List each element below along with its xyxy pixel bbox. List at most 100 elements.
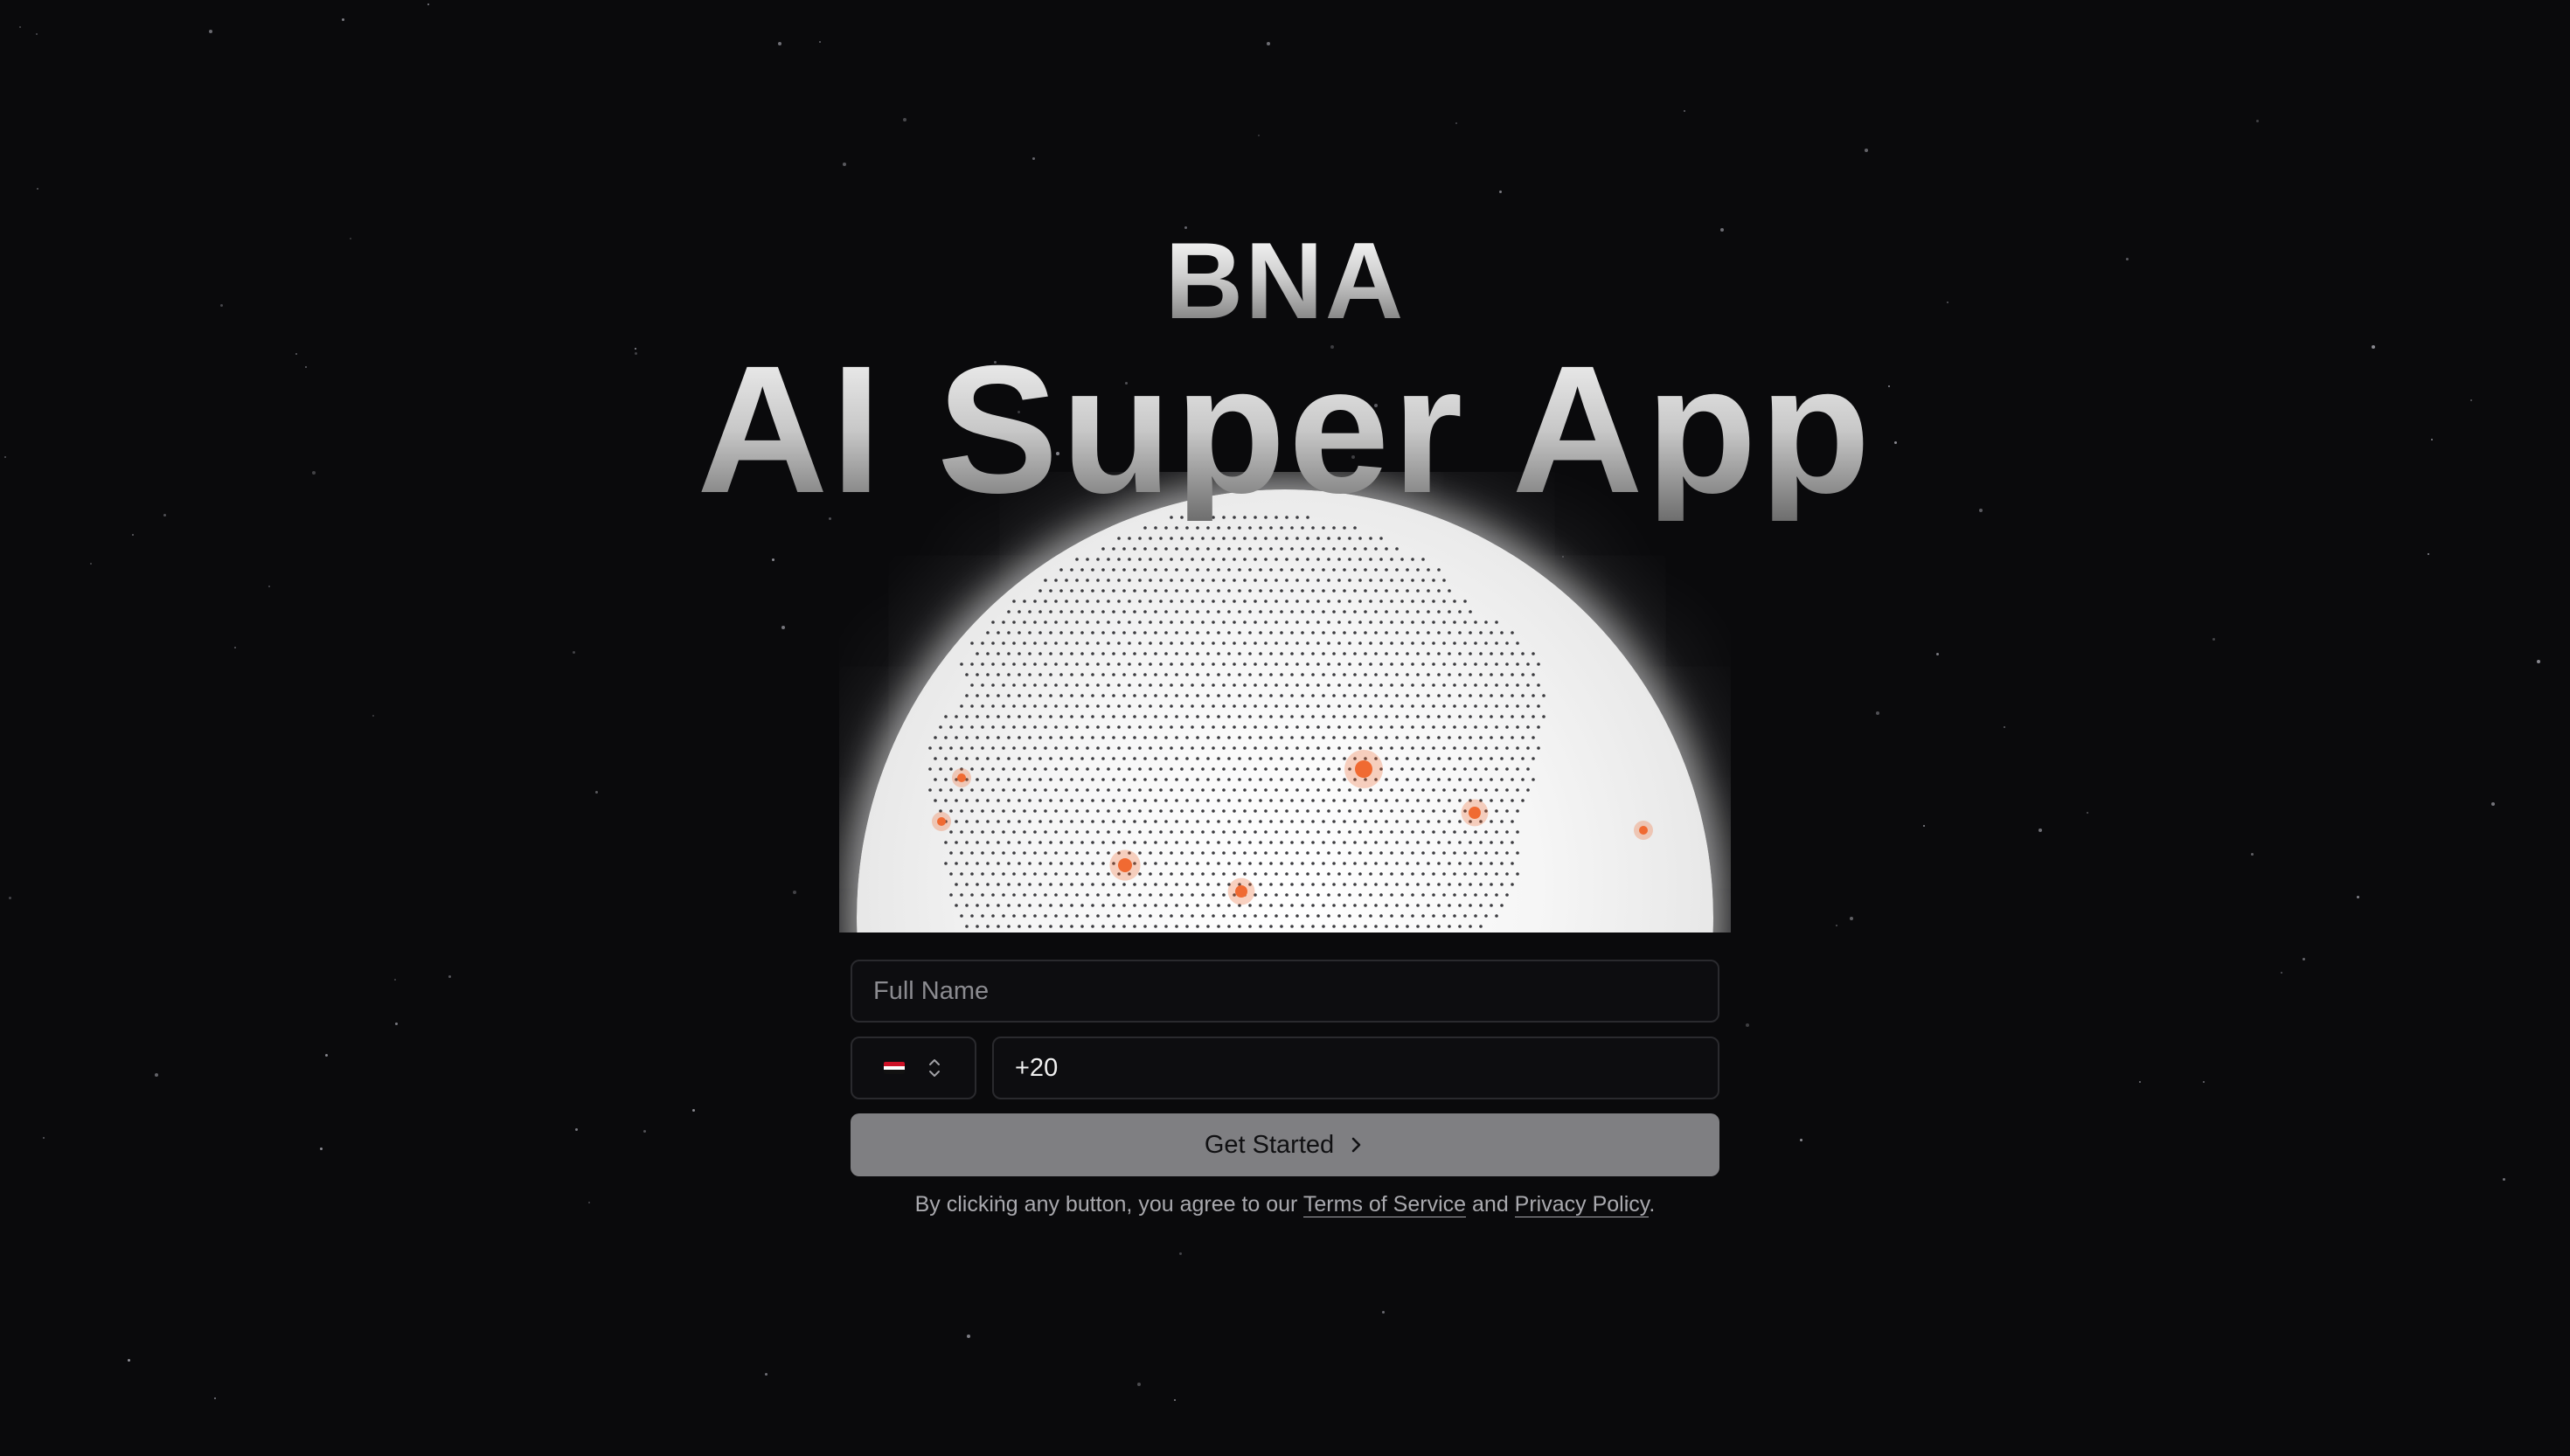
map-dot xyxy=(1327,830,1330,834)
map-dot xyxy=(1395,820,1399,823)
map-dot xyxy=(1170,767,1173,771)
map-dot xyxy=(1400,662,1404,666)
map-dot xyxy=(1295,872,1299,876)
map-dot xyxy=(1175,841,1178,844)
map-dot xyxy=(1290,883,1294,886)
map-dot xyxy=(1306,788,1309,792)
map-dot xyxy=(976,757,979,760)
map-dot xyxy=(1385,589,1388,593)
map-dot xyxy=(1107,746,1110,750)
country-code-select[interactable] xyxy=(851,1037,976,1099)
map-dot xyxy=(1463,662,1467,666)
map-dot xyxy=(1516,641,1519,645)
map-dot xyxy=(1107,621,1110,624)
map-dot xyxy=(1537,725,1540,729)
map-dot xyxy=(1474,641,1477,645)
map-dot xyxy=(1500,757,1504,760)
full-name-input[interactable] xyxy=(852,961,1718,1021)
map-dot xyxy=(1033,725,1037,729)
map-dot xyxy=(1128,893,1131,897)
map-dot xyxy=(1143,841,1147,844)
map-dot xyxy=(1038,778,1042,781)
map-dot xyxy=(1122,715,1126,718)
map-dot xyxy=(1044,830,1047,834)
map-dot xyxy=(1395,736,1399,739)
map-dot xyxy=(1180,704,1184,708)
map-dot xyxy=(1217,841,1220,844)
map-dot xyxy=(1358,788,1362,792)
map-dot xyxy=(1416,841,1420,844)
map-dot xyxy=(1374,673,1378,676)
map-dot xyxy=(1138,914,1142,918)
map-dot xyxy=(1374,883,1378,886)
map-dot xyxy=(1101,736,1105,739)
map-dot xyxy=(1295,893,1299,897)
map-dot xyxy=(1337,621,1341,624)
map-dot xyxy=(1054,704,1058,708)
map-dot xyxy=(1143,568,1147,572)
map-dot xyxy=(1222,558,1226,561)
map-dot xyxy=(1159,600,1163,603)
map-dot xyxy=(1358,725,1362,729)
map-dot xyxy=(1448,673,1451,676)
map-dot xyxy=(1143,757,1147,760)
map-dot xyxy=(1427,568,1430,572)
map-dot xyxy=(1112,610,1115,614)
map-dot xyxy=(1143,736,1147,739)
map-dot xyxy=(1348,600,1351,603)
map-dot xyxy=(1138,851,1142,855)
map-dot xyxy=(1343,841,1346,844)
phone-number-input[interactable] xyxy=(994,1038,1718,1098)
map-dot xyxy=(1385,631,1388,634)
map-dot xyxy=(1044,914,1047,918)
map-dot xyxy=(1311,925,1315,928)
map-dot xyxy=(991,851,995,855)
map-dot xyxy=(976,652,979,655)
map-dot xyxy=(1175,778,1178,781)
map-dot xyxy=(1180,893,1184,897)
map-dot xyxy=(1511,778,1514,781)
map-dot xyxy=(1154,568,1157,572)
map-dot xyxy=(1348,683,1351,687)
map-dot xyxy=(1059,736,1063,739)
map-dot xyxy=(1238,799,1241,802)
map-dot xyxy=(1101,610,1105,614)
map-dot xyxy=(1379,621,1383,624)
privacy-policy-link[interactable]: Privacy Policy xyxy=(1514,1192,1650,1217)
map-dot xyxy=(1159,683,1163,687)
terms-of-service-link[interactable]: Terms of Service xyxy=(1302,1192,1467,1217)
map-dot xyxy=(1191,725,1194,729)
get-started-button[interactable]: Get Started xyxy=(851,1113,1719,1176)
map-dot xyxy=(1432,662,1435,666)
map-dot xyxy=(1411,621,1414,624)
map-dot xyxy=(986,778,990,781)
map-dot xyxy=(1290,820,1294,823)
map-dot xyxy=(1212,767,1215,771)
map-dot xyxy=(1128,537,1131,540)
map-dot xyxy=(1275,641,1278,645)
map-dot xyxy=(1049,862,1052,865)
map-dot xyxy=(1175,652,1178,655)
map-dot xyxy=(1023,809,1026,813)
map-dot xyxy=(1217,547,1220,551)
map-dot xyxy=(1327,767,1330,771)
map-dot xyxy=(1012,809,1016,813)
map-dot xyxy=(1180,683,1184,687)
map-dot xyxy=(1463,872,1467,876)
map-dot xyxy=(1301,568,1304,572)
full-name-field[interactable] xyxy=(851,960,1719,1023)
map-dot xyxy=(1122,925,1126,928)
map-dot xyxy=(1091,673,1094,676)
map-dot xyxy=(1075,914,1079,918)
map-dot xyxy=(1542,694,1545,697)
phone-number-field[interactable] xyxy=(992,1037,1719,1099)
map-dot xyxy=(1332,631,1336,634)
map-dot xyxy=(1264,537,1268,540)
map-dot xyxy=(1023,641,1026,645)
map-dot xyxy=(1254,558,1257,561)
map-dot xyxy=(1369,558,1372,561)
map-dot xyxy=(1327,704,1330,708)
map-dot xyxy=(1259,862,1262,865)
map-dot xyxy=(1191,830,1194,834)
map-dot xyxy=(1285,788,1288,792)
